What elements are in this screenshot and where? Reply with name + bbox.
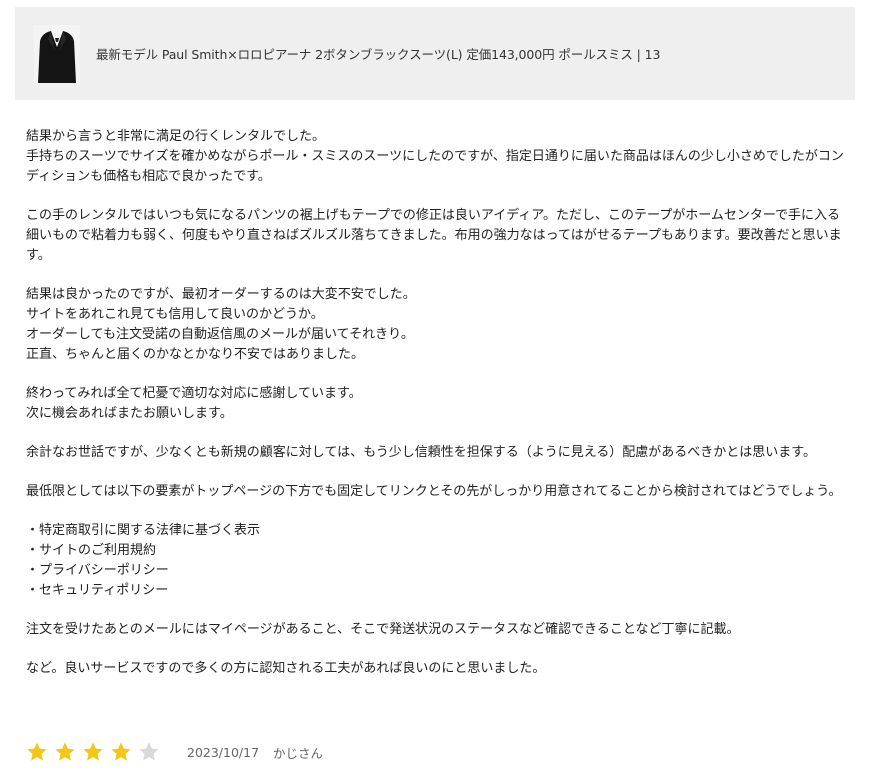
review-paragraph-list: ・特定商取引に関する法律に基づく表示 ・サイトのご利用規約 ・プライバシーポリシ… xyxy=(26,523,261,598)
review-paragraph: この手のレンタルではいつも気になるパンツの裾上げもテープでの修正は良いアイディア… xyxy=(26,208,842,263)
review-date: 2023/10/17 xyxy=(187,744,260,760)
review-paragraph: 注文を受けたあとのメールにはマイページがあること、そこで発送状況のステータスなど… xyxy=(26,622,740,637)
review-paragraph: 終わってみれば全て杞憂で適切な対応に感謝しています。 次に機会あればまたお願いし… xyxy=(26,386,362,421)
review-paragraph: 最低限としては以下の要素がトップページの下方でも固定してリンクとその先がしっかり… xyxy=(26,484,842,499)
review-author: かじさん xyxy=(273,745,324,761)
review-paragraph: 結果は良かったのですが、最初オーダーするのは大変不安でした。 サイトをあれこれ見… xyxy=(26,287,416,362)
review-footer: 2023/10/17 かじさん xyxy=(26,738,323,766)
product-header: 最新モデル Paul Smith×ロロピアーナ 2ボタンブラックスーツ(L) 定… xyxy=(15,7,855,100)
star-rating xyxy=(26,741,166,763)
review-paragraph: 余計なお世話ですが、少なくとも新規の顧客に対しては、もう少し信頼性を担保する（よ… xyxy=(26,445,817,460)
star-filled-icon xyxy=(27,742,47,761)
star-filled-icon xyxy=(55,742,75,761)
black-suit-thumbnail[interactable] xyxy=(34,24,80,83)
review-paragraph: 結果から言うと非常に満足の行くレンタルでした。 手持ちのスーツでサイズを確かめな… xyxy=(26,129,844,184)
product-title-link[interactable]: 最新モデル Paul Smith×ロロピアーナ 2ボタンブラックスーツ(L) 定… xyxy=(96,44,660,63)
review-body: 結果から言うと非常に満足の行くレンタルでした。 手持ちのスーツでサイズを確かめな… xyxy=(26,127,850,698)
review-paragraph: など。良いサービスですので多くの方に認知される工夫があれば良いのにと思いました。 xyxy=(26,661,546,676)
star-filled-icon xyxy=(83,742,103,761)
star-empty-icon xyxy=(139,742,159,761)
star-filled-icon xyxy=(111,742,131,761)
